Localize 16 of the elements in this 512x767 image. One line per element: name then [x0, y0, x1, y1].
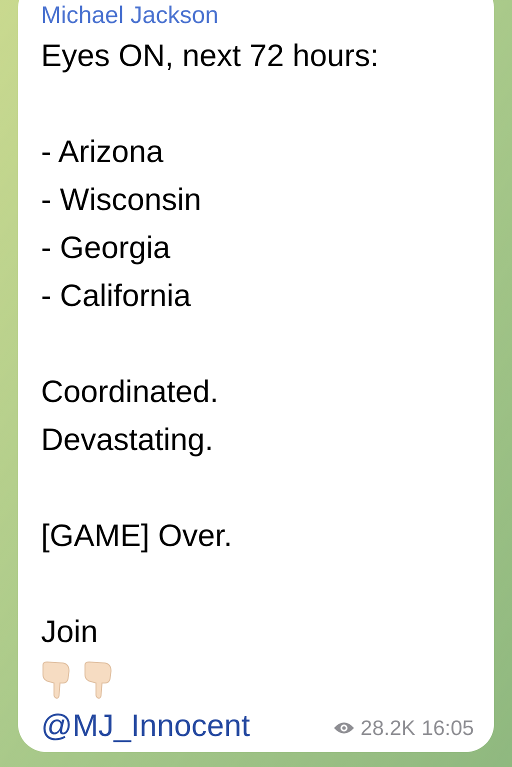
- message-text: - Georgia: [41, 229, 170, 267]
- view-count: 28.2K: [360, 716, 416, 742]
- eye-icon: [332, 721, 355, 736]
- message-text: Eyes ON, next 72 hours:: [41, 37, 379, 75]
- message-time: 16:05: [421, 716, 474, 742]
- message-text: - Wisconsin: [41, 181, 202, 219]
- message-text: [GAME] Over.: [41, 517, 232, 555]
- message-text: - California: [41, 277, 191, 315]
- pointing-down-hand-icon: [83, 661, 113, 699]
- message-text: Devastating.: [41, 421, 214, 459]
- message-text: - Arizona: [41, 133, 164, 171]
- sender-name: Michael Jackson: [41, 1, 220, 31]
- channel-link[interactable]: @MJ_Innocent: [41, 704, 250, 748]
- message-text: Join: [41, 613, 98, 651]
- message-text: Coordinated.: [41, 373, 219, 411]
- pointing-down-hand-icon: [41, 661, 71, 699]
